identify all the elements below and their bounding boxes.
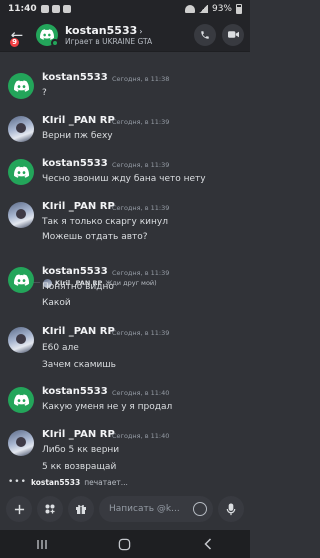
avatar[interactable]: [8, 387, 34, 413]
message-timestamp: Сегодня, в 11:39: [112, 269, 170, 277]
back-button[interactable]: ← 9: [6, 24, 28, 48]
voice-message-button[interactable]: [218, 496, 244, 522]
online-status-dot: [51, 38, 59, 47]
message-list[interactable]: kostan5533 Сегодня, в 11:38 ? KIril _PAN…: [0, 53, 250, 488]
message-text: ?: [42, 88, 47, 98]
system-nav-bar: [0, 530, 250, 558]
back-icon: [204, 538, 212, 550]
activity-status: Играет в UKRAINE GTA: [65, 36, 153, 46]
chevron-right-icon: ›: [139, 26, 143, 36]
message-author[interactable]: kostan5533: [42, 158, 108, 169]
avatar[interactable]: [36, 23, 59, 47]
microphone-icon: [226, 502, 236, 515]
message-timestamp: Сегодня, в 11:38: [112, 75, 170, 83]
typing-indicator: ••• kostan5533 печатает...: [8, 477, 128, 487]
message-text: Можешь отдать авто?: [42, 232, 148, 242]
message-text: Так я только скаргу кинул: [42, 217, 168, 227]
message-composer: Написать @k...: [0, 490, 250, 528]
message-text: 5 кк возвращай: [42, 462, 117, 472]
header-actions: [194, 23, 244, 46]
dm-header: ← 9 kostan5533 › Играет в UKRAINE GTA: [0, 18, 250, 52]
battery-percent: 93%: [211, 4, 232, 14]
home-button[interactable]: [115, 536, 135, 552]
message-timestamp: Сегодня, в 11:39: [112, 329, 170, 337]
avatar[interactable]: [8, 267, 34, 293]
avatar[interactable]: [8, 73, 34, 99]
message-text: E60 але: [42, 343, 79, 353]
call-icon: [201, 30, 209, 39]
call-button[interactable]: [194, 23, 216, 46]
apps-icon: [45, 504, 55, 514]
status-time: 11:40: [8, 4, 37, 14]
avatar[interactable]: [8, 430, 34, 456]
discord-logo-icon: [40, 29, 54, 40]
gift-icon: [76, 504, 86, 514]
message-author[interactable]: KIril _PAN RP: [42, 115, 115, 126]
video-call-button[interactable]: [222, 23, 244, 46]
discord-logo-icon: [13, 274, 29, 286]
message-text: Какую уменя не у я продал: [42, 402, 173, 412]
message-author[interactable]: kostan5533: [42, 72, 108, 83]
notification-icons: [40, 5, 71, 13]
message-text: Понятно видно: [42, 282, 114, 292]
message-input[interactable]: Написать @k...: [99, 496, 213, 522]
wifi-icon: [184, 5, 195, 13]
system-back-button[interactable]: [198, 536, 218, 552]
discord-logo-icon: [13, 166, 29, 178]
avatar[interactable]: [8, 202, 34, 228]
message-author[interactable]: KIril _PAN RP: [42, 429, 115, 440]
attach-button[interactable]: [6, 496, 32, 522]
message-text: Верни пж беху: [42, 131, 113, 141]
recent-apps-icon: [37, 539, 47, 549]
message-text: Чесно звониш жду бана чето нету: [42, 174, 206, 184]
video-call-icon: [227, 31, 239, 38]
avatar[interactable]: [8, 327, 34, 353]
plus-icon: [14, 504, 24, 514]
message-timestamp: Сегодня, в 11:40: [112, 389, 170, 397]
discord-logo-icon: [13, 394, 29, 406]
message-timestamp: Сегодня, в 11:40: [112, 432, 170, 440]
header-title-block[interactable]: kostan5533 › Играет в UKRAINE GTA: [65, 24, 152, 46]
message-author[interactable]: KIril _PAN RP: [42, 201, 115, 212]
discord-logo-icon: [13, 80, 29, 92]
avatar[interactable]: [8, 159, 34, 185]
message-timestamp: Сегодня, в 11:39: [112, 161, 170, 169]
message-input-placeholder: Написать @k...: [109, 504, 180, 514]
message-timestamp: Сегодня, в 11:39: [112, 204, 170, 212]
notification-icon: [62, 5, 71, 13]
emoji-icon[interactable]: [193, 502, 207, 516]
message-author[interactable]: kostan5533: [42, 266, 108, 277]
notification-icon: [40, 5, 49, 13]
recent-apps-button[interactable]: [32, 536, 52, 552]
home-icon: [119, 538, 131, 550]
message-timestamp: Сегодня, в 11:39: [112, 118, 170, 126]
notification-icon: [51, 5, 60, 13]
unread-badge: 9: [9, 36, 20, 48]
apps-button[interactable]: [37, 496, 63, 522]
message-author[interactable]: kostan5533: [42, 386, 108, 397]
battery-icon: [236, 4, 242, 14]
message-text: Либо 5 кк верни: [42, 445, 120, 455]
status-right: 93%: [184, 4, 242, 14]
gift-button[interactable]: [68, 496, 94, 522]
page-title: kostan5533 ›: [65, 23, 143, 37]
status-bar: 11:40 93%: [0, 0, 250, 18]
avatar[interactable]: [8, 116, 34, 142]
message-author[interactable]: KIril _PAN RP: [42, 326, 115, 337]
typing-text: печатает...: [84, 477, 128, 487]
message-text: Зачем скамишь: [42, 360, 116, 370]
message-text: Какой: [42, 298, 71, 308]
signal-icon: [198, 5, 208, 13]
typing-user: kostan5533: [30, 477, 81, 487]
typing-dots: •••: [8, 477, 27, 487]
